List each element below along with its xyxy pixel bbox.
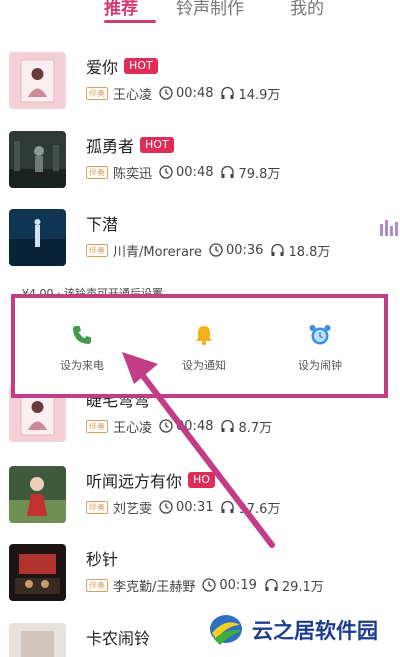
watermark-text: 云之居软件园 [252,619,378,643]
watermark-logo-icon [206,611,246,649]
tutorial-arrow [122,352,275,548]
watermark: 云之居软件园 [206,611,378,649]
